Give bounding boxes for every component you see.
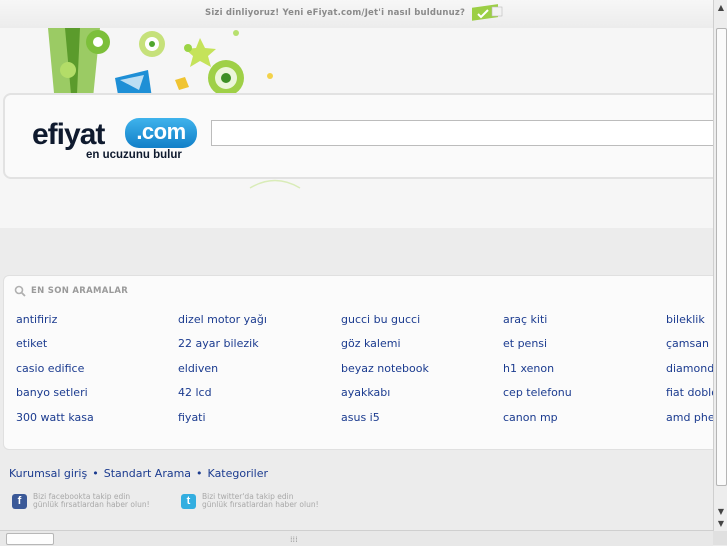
corporate-login-link[interactable]: Kurumsal giriş <box>9 467 87 480</box>
scroll-corner <box>713 531 727 545</box>
footer-separator: • <box>196 467 203 480</box>
recent-search-link[interactable]: eldiven <box>178 362 218 375</box>
scroll-down-arrow-icon[interactable]: ▼ <box>715 518 727 530</box>
facebook-follow[interactable]: f Bizi facebookta takip edin günlük fırs… <box>12 493 173 509</box>
feedback-message[interactable]: Sizi dinliyoruz! Yeni eFiyat.com/Jet'i n… <box>205 8 465 18</box>
horizontal-scrollbar[interactable]: ⁞⁞⁞ <box>0 530 713 546</box>
twitter-follow-text: Bizi twitter'da takip edin günlük fırsat… <box>202 493 342 509</box>
categories-link[interactable]: Kategoriler <box>208 467 268 480</box>
recent-search-link[interactable]: diamonds <box>666 362 720 375</box>
scroll-grip-icon: ⁞⁞⁞ <box>290 535 298 544</box>
recent-search-link[interactable]: araç kiti <box>503 313 547 326</box>
recent-searches-heading: EN SON ARAMALAR <box>14 285 128 297</box>
twitter-follow[interactable]: t Bizi twitter'da takip edin günlük fırs… <box>181 493 342 509</box>
recent-search-link[interactable]: dizel motor yağı <box>178 313 267 326</box>
recent-search-link[interactable]: antifiriz <box>16 313 57 326</box>
recent-search-link[interactable]: etiket <box>16 337 47 350</box>
logo-tagline: en ucuzunu bulur <box>86 149 182 161</box>
vertical-scroll-thumb[interactable] <box>716 28 727 486</box>
site-logo-badge[interactable]: .com <box>125 118 197 148</box>
recent-search-link[interactable]: casio edifice <box>16 362 84 375</box>
search-input[interactable] <box>211 120 721 146</box>
scroll-down-arrow-icon[interactable]: ▼ <box>715 506 727 518</box>
recent-search-link[interactable]: et pensi <box>503 337 547 350</box>
recent-search-link[interactable]: fiat doblo <box>666 386 718 399</box>
footer-links: Kurumsal giriş • Standart Arama • Kategorile… <box>9 467 268 480</box>
footer-separator: • <box>92 467 99 480</box>
recent-search-link[interactable]: 42 lcd <box>178 386 212 399</box>
recent-search-link[interactable]: canon mp <box>503 411 558 424</box>
vertical-scrollbar[interactable]: ▲ ▼ ▼ <box>713 0 727 545</box>
recent-search-link[interactable]: bileklik <box>666 313 705 326</box>
recent-search-link[interactable]: 22 ayar bilezik <box>178 337 259 350</box>
recent-search-link[interactable]: asus i5 <box>341 411 380 424</box>
facebook-icon[interactable]: f <box>12 493 27 509</box>
feedback-flag-icon[interactable] <box>470 4 504 24</box>
standard-search-link[interactable]: Standart Arama <box>104 467 191 480</box>
recent-search-link[interactable]: çamsan <box>666 337 709 350</box>
recent-searches-title: EN SON ARAMALAR <box>31 286 129 296</box>
search-icon <box>14 285 26 297</box>
recent-searches-panel: EN SON ARAMALAR antifiriz etiket casio e… <box>3 275 723 450</box>
recent-search-link[interactable]: fiyati <box>178 411 206 424</box>
recent-search-link[interactable]: banyo setleri <box>16 386 88 399</box>
horizontal-scroll-thumb[interactable] <box>6 533 54 545</box>
recent-search-link[interactable]: cep telefonu <box>503 386 572 399</box>
recent-search-link[interactable]: 300 watt kasa <box>16 411 94 424</box>
recent-search-link[interactable]: göz kalemi <box>341 337 401 350</box>
twitter-icon[interactable]: t <box>181 493 196 509</box>
recent-search-link[interactable]: beyaz notebook <box>341 362 429 375</box>
recent-search-link[interactable]: h1 xenon <box>503 362 554 375</box>
scroll-up-arrow-icon[interactable]: ▲ <box>715 2 727 14</box>
feedback-bar[interactable]: Sizi dinliyoruz! Yeni eFiyat.com/Jet'i n… <box>0 0 713 29</box>
facebook-follow-text: Bizi facebookta takip edin günlük fırsat… <box>33 493 173 509</box>
recent-search-link[interactable]: gucci bu gucci <box>341 313 420 326</box>
facebook-follow-line2: günlük fırsatlardan haber olun! <box>33 500 150 509</box>
site-logo[interactable]: efiyat <box>32 118 105 152</box>
recent-search-link[interactable]: ayakkabı <box>341 386 390 399</box>
twitter-follow-line2: günlük fırsatlardan haber olun! <box>202 500 319 509</box>
